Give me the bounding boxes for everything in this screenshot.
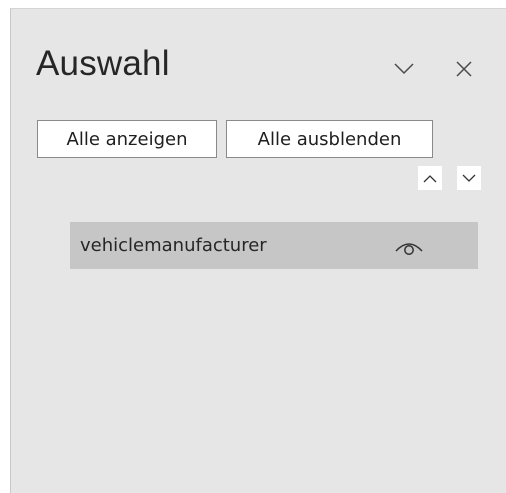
- chevron-up-icon: [423, 174, 437, 182]
- send-backward-button[interactable]: [457, 166, 481, 190]
- bring-forward-button[interactable]: [418, 166, 442, 190]
- selection-pane: Auswahl Alle anzeigen Alle ausblenden ve…: [10, 8, 506, 493]
- pane-options-chevron-down-icon[interactable]: [389, 54, 419, 84]
- close-icon: [456, 61, 472, 77]
- chevron-down-icon: [394, 63, 414, 75]
- eye-icon: [395, 243, 423, 255]
- chevron-down-icon: [462, 174, 476, 182]
- visibility-toggle[interactable]: [392, 232, 426, 260]
- hide-all-button[interactable]: Alle ausblenden: [226, 120, 433, 158]
- show-all-button[interactable]: Alle anzeigen: [37, 120, 217, 158]
- close-pane-button[interactable]: [449, 54, 479, 84]
- list-item[interactable]: vehiclemanufacturer: [70, 222, 478, 269]
- pane-title: Auswahl: [36, 44, 170, 83]
- item-label: vehiclemanufacturer: [80, 235, 267, 256]
